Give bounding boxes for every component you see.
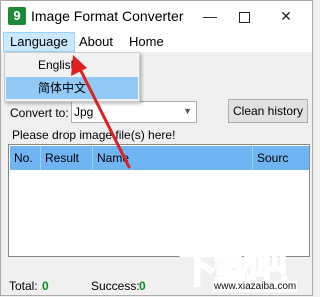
format-select-value: Jpg <box>74 105 94 119</box>
total-value: 0 <box>42 279 49 293</box>
success-label: Success: <box>91 279 140 293</box>
menu-about[interactable]: About <box>73 32 119 52</box>
maximize-icon <box>238 11 250 23</box>
app-window: 9 Image Format Converter — ✕ Language Ab… <box>0 0 313 296</box>
close-button[interactable]: ✕ <box>269 1 303 32</box>
column-header-name[interactable]: Name <box>93 146 253 170</box>
menu-language[interactable]: Language <box>3 32 75 52</box>
success-value: 0 <box>139 279 146 293</box>
watermark-url: www.xiazaiba.com <box>213 281 298 292</box>
column-header-no[interactable]: No. <box>10 146 41 170</box>
maximize-button[interactable] <box>227 1 261 32</box>
total-label: Total: <box>9 279 38 293</box>
column-header-result[interactable]: Result <box>41 146 93 170</box>
language-option-chinese[interactable]: 简体中文 <box>6 77 138 99</box>
drop-hint: Please drop image file(s) here! <box>12 128 176 142</box>
language-dropdown: English 简体中文 <box>4 52 140 102</box>
chevron-down-icon: ▼ <box>183 106 192 116</box>
clean-history-button[interactable]: Clean history <box>228 99 308 123</box>
language-option-english[interactable]: English <box>6 54 138 76</box>
format-select[interactable]: Jpg ▼ <box>71 101 197 123</box>
column-header-source[interactable]: Sourc <box>253 146 309 170</box>
window-title: Image Format Converter <box>31 8 184 24</box>
menu-bar: Language About Home <box>1 32 312 52</box>
title-bar: 9 Image Format Converter — ✕ <box>1 1 312 32</box>
watermark-logo: 下载吧 www.xiazaiba.com <box>178 238 312 294</box>
minimize-button[interactable]: — <box>193 1 227 32</box>
convert-to-label: Convert to: <box>10 106 69 120</box>
menu-home[interactable]: Home <box>123 32 170 52</box>
app-icon: 9 <box>8 7 26 25</box>
